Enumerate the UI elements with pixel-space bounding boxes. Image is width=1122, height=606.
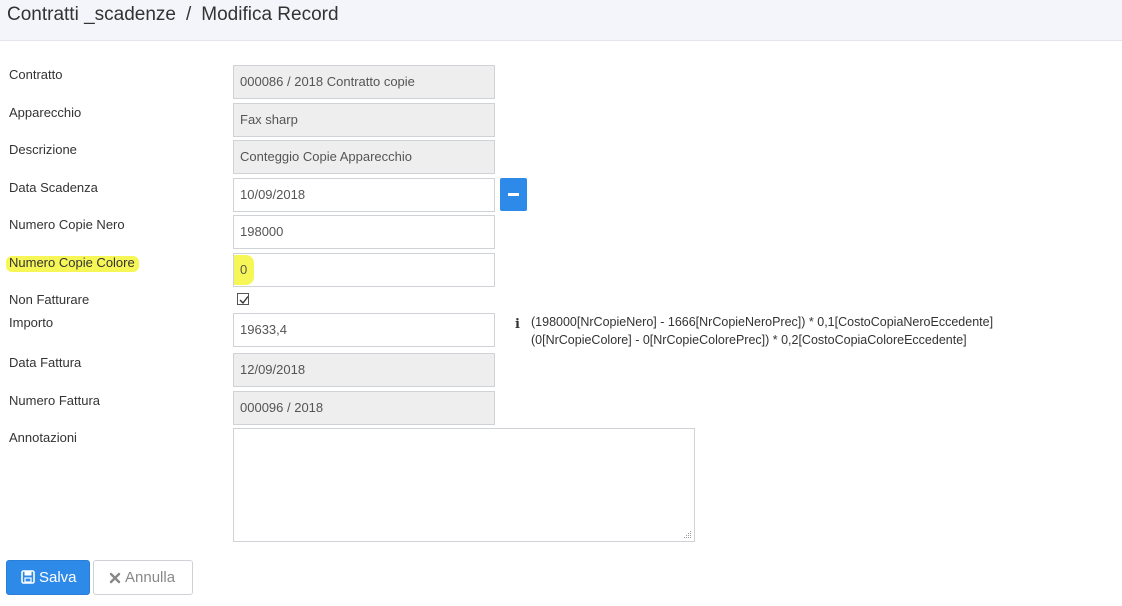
breadcrumb-module[interactable]: Contratti _scadenze [7, 4, 176, 25]
contratto-label: Contratto [9, 67, 63, 82]
numero-copie-colore-value: 0 [240, 262, 248, 277]
data-scadenza-input[interactable]: 10/09/2018 [233, 178, 495, 212]
save-button[interactable]: Salva [6, 560, 90, 595]
annotazioni-textarea[interactable] [233, 428, 695, 542]
resize-grip-icon[interactable] [683, 530, 692, 539]
page-header: Contratti _scadenze / Modifica Record [0, 0, 1122, 41]
floppy-disk-icon [21, 570, 35, 584]
importo-formula-line1: (198000[NrCopieNero] - 1666[NrCopieNeroP… [531, 315, 994, 329]
cancel-button-label: Annulla [125, 569, 176, 586]
importo-label: Importo [9, 315, 54, 330]
numero-copie-colore-label: Numero Copie Colore [9, 255, 135, 270]
non-fatturare-label: Non Fatturare [9, 292, 90, 307]
page-title: Modifica Record [201, 4, 339, 25]
numero-fattura-label: Numero Fattura [9, 393, 101, 408]
numero-copie-nero-input[interactable]: 198000 [233, 215, 495, 249]
x-icon [109, 572, 121, 584]
numero-fattura-field: 000096 / 2018 [233, 391, 495, 425]
save-button-label: Salva [39, 569, 77, 586]
cancel-button[interactable]: Annulla [93, 560, 193, 595]
data-fattura-field: 12/09/2018 [233, 353, 495, 387]
data-fattura-label: Data Fattura [9, 355, 82, 370]
contratto-field: 000086 / 2018 Contratto copie [233, 65, 495, 99]
descrizione-field: Conteggio Copie Apparecchio [233, 140, 495, 174]
apparecchio-field: Fax sharp [233, 103, 495, 137]
numero-copie-nero-label: Numero Copie Nero [9, 217, 125, 232]
checkmark-icon [239, 296, 249, 305]
numero-copie-colore-input[interactable]: 0 [233, 253, 495, 287]
clear-date-button[interactable] [500, 178, 527, 211]
importo-input[interactable]: 19633,4 [233, 313, 495, 347]
info-icon: i [515, 317, 520, 332]
descrizione-label: Descrizione [9, 142, 77, 157]
apparecchio-label: Apparecchio [9, 105, 82, 120]
non-fatturare-checkbox[interactable] [237, 293, 249, 305]
annotazioni-label: Annotazioni [9, 430, 77, 445]
breadcrumb-separator: / [186, 4, 192, 25]
importo-formula-line2: (0[NrCopieColore] - 0[NrCopieColorePrec]… [531, 333, 967, 347]
data-scadenza-label: Data Scadenza [9, 180, 98, 195]
breadcrumb: Contratti _scadenze / Modifica Record [7, 4, 339, 26]
